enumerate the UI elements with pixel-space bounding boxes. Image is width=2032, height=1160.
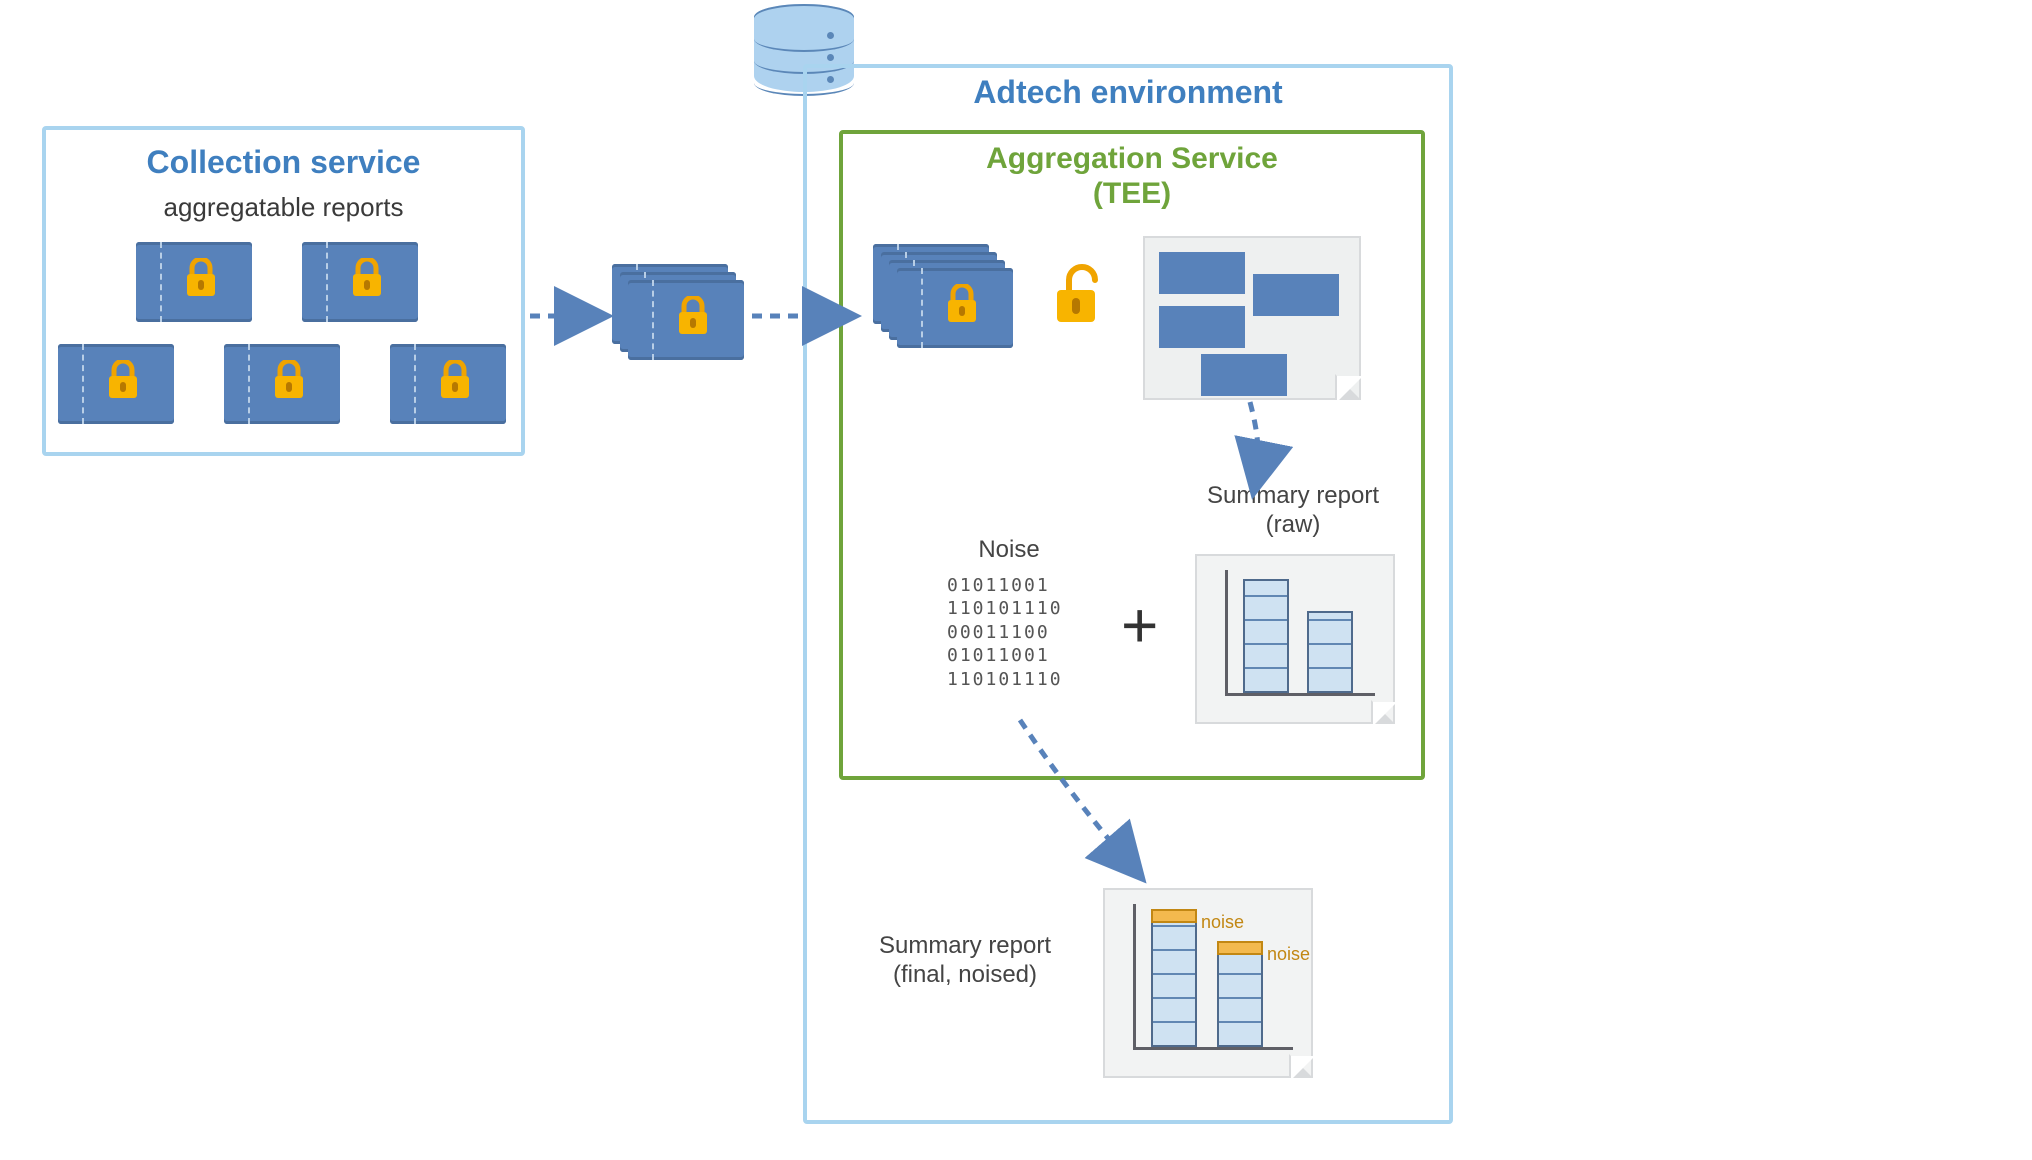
noise-tag: noise	[1267, 944, 1310, 965]
summary-final-label: Summary report (final, noised)	[855, 932, 1075, 990]
aggregation-service-title: Aggregation Service (TEE)	[843, 142, 1421, 211]
noise-row: 110101110	[947, 668, 1063, 691]
locked-report-icon	[136, 242, 252, 327]
locked-report-icon	[58, 344, 174, 429]
plus-icon: +	[1121, 588, 1158, 662]
collection-subtitle: aggregatable reports	[46, 192, 521, 223]
noise-label: Noise	[939, 536, 1079, 565]
lock-icon	[272, 360, 306, 400]
lock-icon	[945, 284, 979, 324]
adtech-title: Adtech environment	[807, 74, 1449, 111]
collection-service-box: Collection service aggregatable reports	[42, 126, 525, 456]
unlock-icon	[1053, 262, 1107, 326]
lock-icon	[184, 258, 218, 298]
summary-final-line2: (final, noised)	[893, 961, 1037, 988]
locked-report-icon	[390, 344, 506, 429]
noise-row: 00011100	[947, 621, 1063, 644]
summary-raw-chart	[1195, 554, 1395, 724]
locked-report-icon	[302, 242, 418, 327]
lock-icon	[438, 360, 472, 400]
lock-icon	[350, 258, 384, 298]
noise-row: 01011001	[947, 644, 1063, 667]
noise-row: 01011001	[947, 574, 1063, 597]
summary-final-chart: noise noise	[1103, 888, 1313, 1078]
aggregation-service-box: Aggregation Service (TEE)	[839, 130, 1425, 780]
tee-title-line1: Aggregation Service	[986, 142, 1278, 175]
noise-row: 110101110	[947, 597, 1063, 620]
lock-icon	[106, 360, 140, 400]
summary-raw-line2: (raw)	[1266, 511, 1321, 538]
collection-title: Collection service	[46, 144, 521, 181]
report-stack-tee	[873, 244, 1023, 354]
aggregated-data-page	[1143, 236, 1361, 400]
lock-icon	[676, 296, 710, 336]
adtech-environment-box: Adtech environment Aggregation Service (…	[803, 64, 1453, 1124]
locked-report-icon	[224, 344, 340, 429]
summary-raw-line1: Summary report	[1207, 482, 1379, 509]
noise-tag: noise	[1201, 912, 1244, 933]
summary-final-line1: Summary report	[879, 932, 1051, 959]
summary-raw-label: Summary report (raw)	[1183, 482, 1403, 540]
noise-bits: 01011001 110101110 00011100 01011001 110…	[947, 574, 1063, 691]
tee-title-line2: (TEE)	[1093, 177, 1171, 210]
report-stack-middle	[612, 264, 752, 360]
